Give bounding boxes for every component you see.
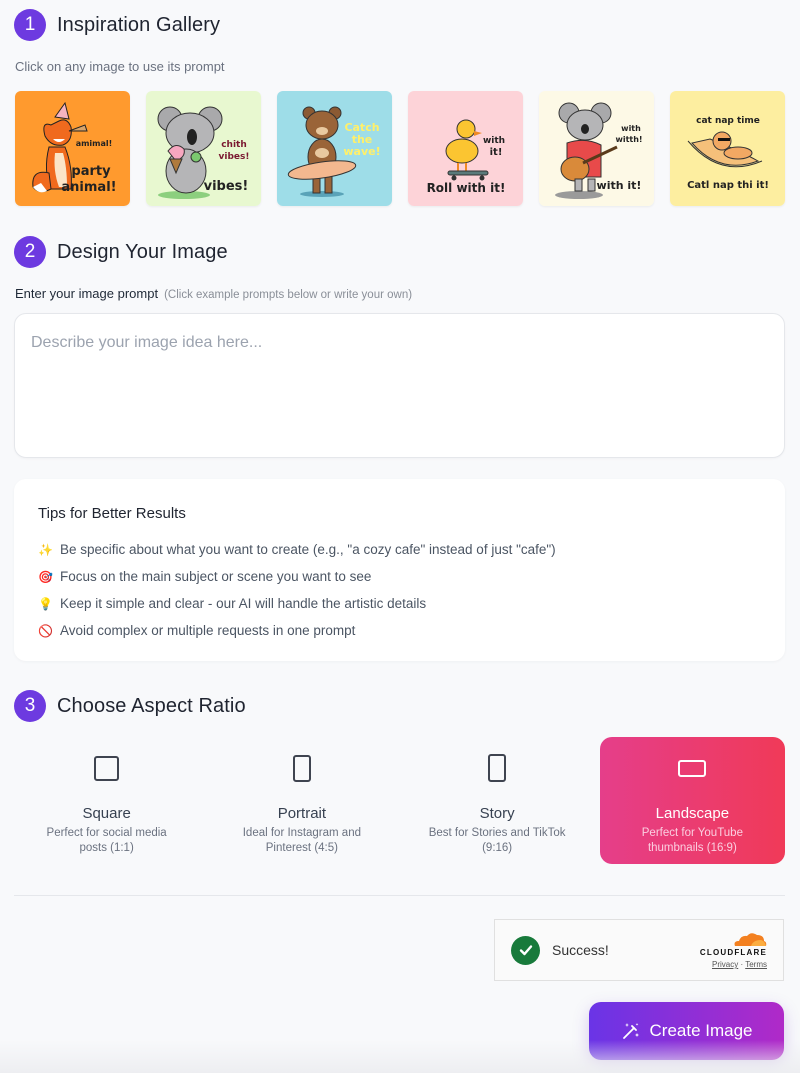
lightbulb-icon: 💡 xyxy=(38,596,53,611)
section-header-ratio: 3 Choose Aspect Ratio xyxy=(14,690,246,722)
divider xyxy=(14,895,785,896)
section-title: Choose Aspect Ratio xyxy=(57,694,246,717)
aspect-ratio-options: Square Perfect for social media posts (1… xyxy=(14,737,785,864)
thumb-text: it! xyxy=(490,147,503,158)
square-ratio-icon xyxy=(94,753,120,783)
magic-wand-icon xyxy=(622,1023,639,1039)
ratio-name: Landscape xyxy=(655,805,730,822)
terms-link[interactable]: Terms xyxy=(745,960,767,969)
success-check-icon xyxy=(511,935,540,965)
captcha-widget: Success! CLOUDFLARE Privacy · Terms xyxy=(494,919,784,981)
gallery-item-cat-nap[interactable]: cat nap time Catl nap thi it! xyxy=(670,91,785,206)
ratio-desc: Ideal for Instagram and Pinterest (4:5) xyxy=(242,827,361,854)
prompt-input-container xyxy=(14,313,785,458)
ratio-name: Square xyxy=(82,805,131,822)
gallery-hint: Click on any image to use its prompt xyxy=(15,59,225,74)
gallery-item-koala-guitar[interactable]: with witth! with it! xyxy=(539,91,654,206)
ratio-option-square[interactable]: Square Perfect for social media posts (1… xyxy=(14,737,199,864)
portrait-ratio-icon xyxy=(292,753,311,783)
tip-item: 💡 Keep it simple and clear - our AI will… xyxy=(38,590,761,617)
sparkles-icon: ✨ xyxy=(38,542,53,557)
section-title: Inspiration Gallery xyxy=(57,13,221,36)
gallery-item-duck-skate[interactable]: with it! Roll with it! xyxy=(408,91,523,206)
thumb-text: with xyxy=(621,124,641,133)
gallery-item-bear-surf[interactable]: Catch the wave! xyxy=(277,91,392,206)
ratio-option-story[interactable]: Story Best for Stories and TikTok (9:16) xyxy=(405,737,590,864)
koala-guitar-image: with witth! with it! xyxy=(539,91,654,206)
bear-surf-image: Catch the wave! xyxy=(277,91,392,206)
thumb-text: cat nap time xyxy=(696,116,760,126)
thumb-text: party xyxy=(71,164,111,179)
tip-text: Avoid complex or multiple requests in on… xyxy=(60,623,356,638)
ratio-desc: Perfect for social media posts (1:1) xyxy=(46,827,167,854)
gallery-item-koala-icecream[interactable]: chith vibes! vibes! xyxy=(146,91,261,206)
thumb-text: vibes! xyxy=(204,179,249,194)
cloudflare-wordmark: CLOUDFLARE xyxy=(699,948,767,957)
thumb-text: animal! xyxy=(61,180,116,195)
thumb-text: Roll with it! xyxy=(427,181,506,195)
inspiration-gallery: amimal! party animal! chith vibes! vibes… xyxy=(15,91,785,206)
create-image-button[interactable]: Create Image xyxy=(589,1002,784,1060)
ratio-name: Story xyxy=(479,805,515,822)
tip-text: Focus on the main subject or scene you w… xyxy=(60,569,372,584)
tip-item: ✨ Be specific about what you want to cre… xyxy=(38,536,761,563)
step-badge: 3 xyxy=(14,690,46,722)
step-badge: 1 xyxy=(14,9,46,41)
tips-title: Tips for Better Results xyxy=(38,505,186,522)
fox-party-image: amimal! party animal! xyxy=(15,91,130,206)
prompt-input[interactable] xyxy=(15,314,784,457)
story-ratio-icon xyxy=(488,753,507,783)
section-header-design: 2 Design Your Image xyxy=(14,236,228,268)
ratio-option-portrait[interactable]: Portrait Ideal for Instagram and Pintere… xyxy=(209,737,394,864)
section-title: Design Your Image xyxy=(57,240,228,263)
ratio-desc: Best for Stories and TikTok (9:16) xyxy=(428,827,566,854)
create-image-label: Create Image xyxy=(649,1021,753,1040)
landscape-ratio-icon xyxy=(678,753,707,783)
cloudflare-links: Privacy · Terms xyxy=(712,960,767,969)
prohibited-icon: 🚫 xyxy=(38,623,53,638)
target-icon: 🎯 xyxy=(38,569,53,584)
prompt-label-main: Enter your image prompt xyxy=(15,286,159,301)
ratio-option-landscape[interactable]: Landscape Perfect for YouTube thumbnails… xyxy=(599,737,785,864)
tip-item: 🚫 Avoid complex or multiple requests in … xyxy=(38,617,761,644)
step-badge: 2 xyxy=(14,236,46,268)
thumb-text: wave! xyxy=(343,145,380,158)
cloudflare-logo-icon xyxy=(734,933,767,946)
prompt-label-sub: (Click example prompts below or write yo… xyxy=(164,289,413,301)
thumb-text: chith xyxy=(221,140,247,150)
thumb-text: witth! xyxy=(615,135,642,144)
thumb-text: with xyxy=(483,136,505,146)
gallery-item-fox[interactable]: amimal! party animal! xyxy=(15,91,130,206)
prompt-label: Enter your image prompt (Click example pr… xyxy=(15,286,412,301)
tip-text: Keep it simple and clear - our AI will h… xyxy=(60,596,427,611)
captcha-status: Success! xyxy=(552,942,609,958)
thumb-text: vibes! xyxy=(219,152,250,162)
thumb-text: Catl nap thi it! xyxy=(687,180,769,191)
ratio-desc: Perfect for YouTube thumbnails (16:9) xyxy=(641,827,743,854)
ratio-name: Portrait xyxy=(277,805,327,822)
link-separator: · xyxy=(740,960,744,969)
privacy-link[interactable]: Privacy xyxy=(712,960,738,969)
tip-text: Be specific about what you want to creat… xyxy=(60,542,556,557)
tips-card: Tips for Better Results ✨ Be specific ab… xyxy=(14,479,785,661)
section-header-gallery: 1 Inspiration Gallery xyxy=(14,9,220,41)
koala-icecream-image: chith vibes! vibes! xyxy=(146,91,261,206)
thumb-text: with it! xyxy=(597,179,642,192)
cloudflare-branding: CLOUDFLARE Privacy · Terms xyxy=(700,931,767,969)
cat-nap-image: cat nap time Catl nap thi it! xyxy=(670,91,785,206)
tip-item: 🎯 Focus on the main subject or scene you… xyxy=(38,563,761,590)
duck-skate-image: with it! Roll with it! xyxy=(408,91,523,206)
thumb-text: amimal! xyxy=(76,139,113,148)
